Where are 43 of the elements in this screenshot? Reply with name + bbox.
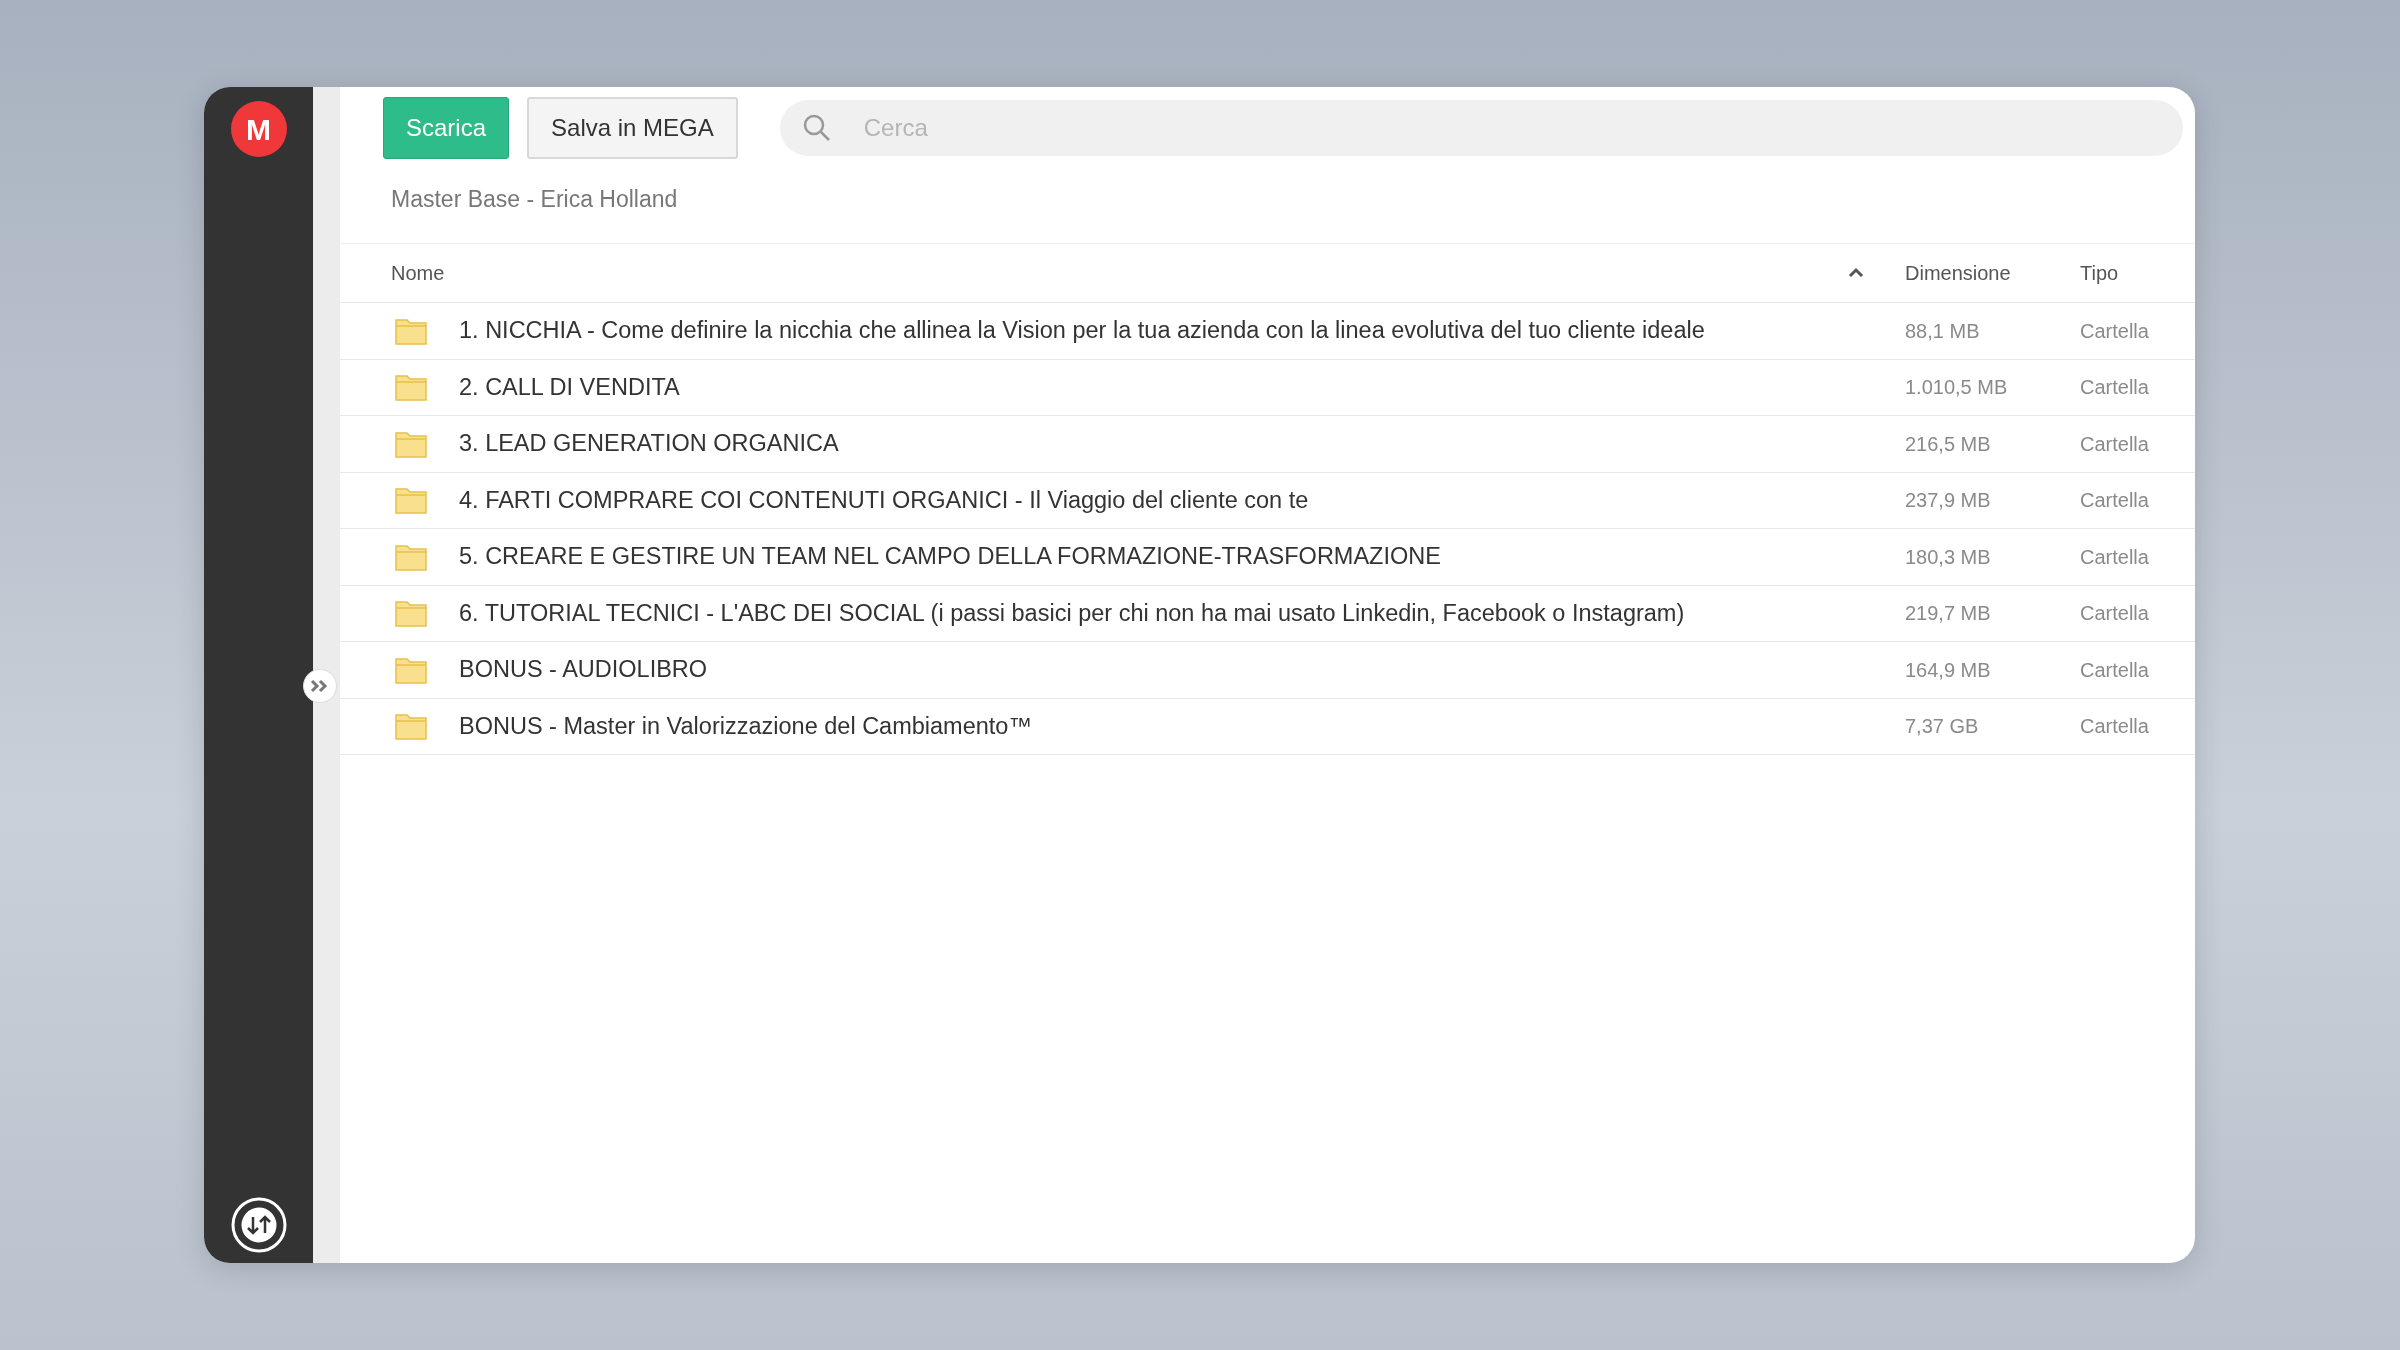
folder-name[interactable]: 1. NICCHIA - Come definire la nicchia che allinea la Vision per la tua azienda con la linea evolutiva del tuo cliente ideale	[459, 313, 1705, 349]
type-cell-text: Cartella	[2080, 601, 2150, 627]
double-chevron-icon	[310, 679, 330, 693]
size-cell-text: 164,9 MB	[1905, 657, 1992, 683]
expand-button[interactable]	[303, 669, 337, 703]
column-header[interactable]: Tipo	[2080, 258, 2195, 288]
size-cell-text: 219,7 MB	[1905, 601, 1992, 627]
type-cell-text: Cartella	[2080, 375, 2150, 401]
folder-icon	[395, 712, 427, 741]
folder-name[interactable]: BONUS - Master in Valorizzazione del Cambiamento™	[459, 708, 1032, 744]
search-field[interactable]: Cerca	[779, 100, 2183, 156]
folder-name[interactable]: BONUS - AUDIOLIBRO	[459, 652, 708, 688]
folder-name[interactable]: 2. CALL DI VENDITA	[459, 369, 680, 405]
column-header[interactable]: Dimensione	[1905, 258, 2080, 288]
sort-caret-icon[interactable]	[1847, 266, 1865, 280]
type-cell-text: Cartella	[2080, 318, 2150, 344]
folder-icon	[395, 316, 427, 345]
size-cell-text: 237,9 MB	[1905, 488, 1992, 514]
folder-icon	[395, 429, 427, 458]
size-cell-text: 88,1 MB	[1905, 318, 1981, 344]
column-header[interactable]: Nome	[391, 258, 445, 288]
type-cell-text: Cartella	[2080, 544, 2150, 570]
type-cell-text: Cartella	[2080, 488, 2150, 514]
size-cell-text: 7,37 GB	[1905, 714, 1980, 740]
breadcrumb[interactable]: Master Base - Erica Holland	[340, 162, 2195, 244]
logo[interactable]: M	[230, 101, 287, 157]
folder-icon	[395, 486, 427, 515]
type-cell-text: Cartella	[2080, 714, 2150, 740]
folder-icon	[395, 373, 427, 402]
save-button[interactable]: Salva in MEGA	[527, 97, 738, 159]
folder-name[interactable]: 6. TUTORIAL TECNICI - L'ABC DEI SOCIAL (i passi basici per chi non ha mai usato Linkedin, Facebook o Instagram)	[459, 595, 1685, 631]
type-cell-text: Cartella	[2080, 657, 2150, 683]
transfers-icon[interactable]	[230, 1197, 287, 1253]
size-cell-text: 180,3 MB	[1905, 544, 1992, 570]
folder-icon	[395, 599, 427, 628]
size-cell-text: 216,5 MB	[1905, 431, 1992, 457]
folder-name[interactable]: 4. FARTI COMPRARE COI CONTENUTI ORGANICI - Il Viaggio del cliente con te	[459, 482, 1309, 518]
folder-name[interactable]: 3. LEAD GENERATION ORGANICA	[459, 426, 839, 462]
type-cell-text: Cartella	[2080, 431, 2150, 457]
size-cell-text: 1.010,5 MB	[1905, 375, 2009, 401]
folder-icon	[395, 542, 427, 571]
folder-icon	[395, 655, 427, 684]
folder-name[interactable]: 5. CREARE E GESTIRE UN TEAM NEL CAMPO DELLA FORMAZIONE-TRASFORMAZIONE	[459, 539, 1441, 575]
